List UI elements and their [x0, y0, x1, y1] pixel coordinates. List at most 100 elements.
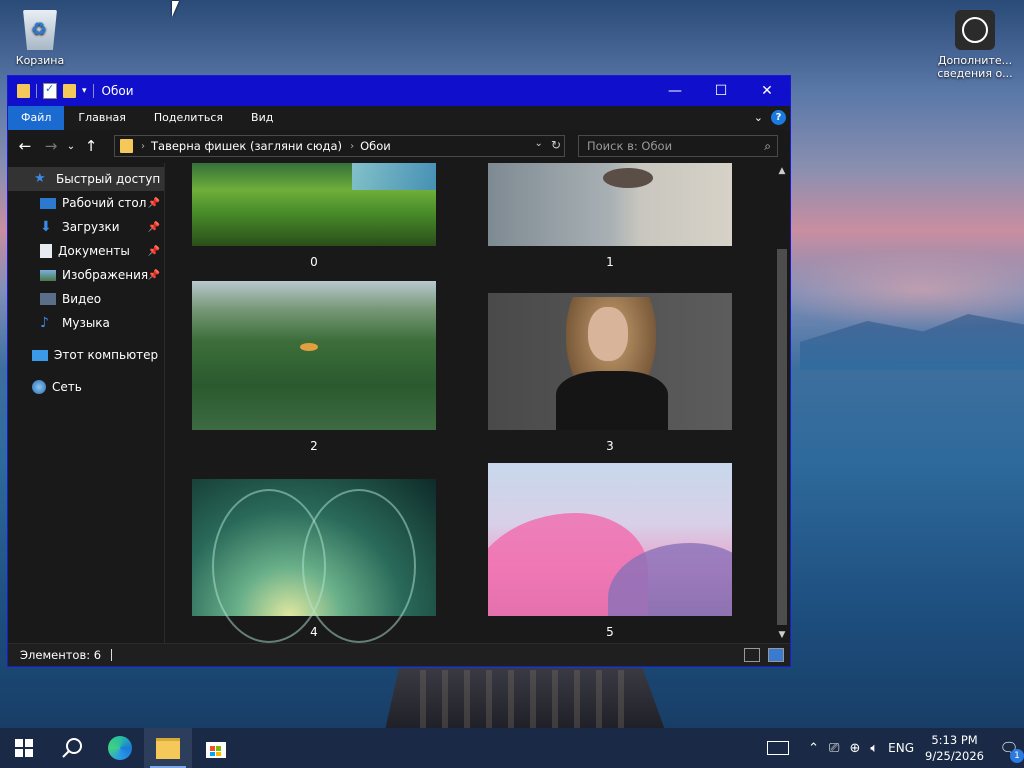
pin-icon[interactable]: 📌 — [148, 222, 160, 233]
sidebar-item-desktop[interactable]: Рабочий стол 📌 — [8, 191, 164, 215]
file-explorer-taskbar-button[interactable] — [144, 728, 192, 768]
pictures-icon — [40, 269, 56, 281]
close-button[interactable]: ✕ — [744, 76, 790, 106]
tab-file[interactable]: Файл — [8, 106, 65, 130]
microsoft-store-button[interactable] — [192, 728, 240, 768]
file-item[interactable] — [192, 479, 436, 643]
navigation-pane: ★ Быстрый доступ Рабочий стол 📌 ⬇ Загруз… — [8, 163, 165, 643]
breadcrumb-current[interactable]: Обои — [360, 139, 391, 153]
file-name-label: 2 — [310, 439, 318, 453]
refresh-icon[interactable]: ↻ — [551, 138, 561, 152]
scrollbar-thumb[interactable] — [777, 249, 787, 625]
sidebar-item-pictures[interactable]: Изображения 📌 — [8, 263, 164, 287]
clock[interactable]: 5:13 PM 9/25/2026 — [925, 732, 984, 764]
action-center-button[interactable]: 🗨︎ 1 — [994, 739, 1024, 763]
search-icon[interactable]: ⌕ — [764, 139, 771, 154]
input-language[interactable]: ENG — [888, 741, 914, 755]
start-button[interactable] — [0, 728, 48, 768]
recycle-bin-desktop-icon[interactable]: Корзина — [0, 8, 80, 67]
back-arrow-icon[interactable]: ← — [12, 137, 38, 155]
meet-now-icon[interactable]: ⎚ — [829, 741, 839, 756]
maximize-button[interactable]: ☐ — [698, 76, 744, 106]
customize-toolbar-chevron-icon[interactable]: ▾ — [82, 86, 87, 96]
tab-share[interactable]: Поделиться — [140, 106, 237, 130]
address-history-chevron-icon[interactable]: ⌄ — [535, 138, 543, 152]
taskbar: ⌃ ⎚ ⊕ 🔈︎ ENG 5:13 PM 9/25/2026 🗨︎ 1 — [0, 728, 1024, 768]
tab-view[interactable]: Вид — [237, 106, 287, 130]
sidebar-item-label: Музыка — [62, 316, 110, 330]
status-divider — [111, 649, 113, 661]
breadcrumb-parent[interactable]: Таверна фишек (загляни сюда) — [151, 139, 342, 153]
show-hidden-icons-chevron-icon[interactable]: ⌃ — [808, 741, 819, 756]
minimize-button[interactable]: — — [652, 76, 698, 106]
sidebar-item-label: Сеть — [52, 380, 82, 394]
scroll-down-arrow-icon[interactable]: ▼ — [774, 627, 790, 643]
sidebar-item-label: Изображения — [62, 268, 149, 282]
file-thumbnail — [192, 281, 436, 430]
up-arrow-icon[interactable]: ↑ — [78, 137, 104, 155]
additional-info-desktop-icon[interactable]: Дополните... сведения о... — [935, 10, 1015, 80]
file-list-view: 0 1 2 3 4 5 ▲ ▼ — [165, 163, 790, 643]
windows-logo-decoration — [352, 163, 436, 190]
title-bar[interactable]: ▾ Обои — ☐ ✕ — [8, 76, 790, 106]
forward-arrow-icon[interactable]: → — [38, 137, 64, 155]
details-view-icon[interactable] — [744, 648, 760, 662]
news-widget-icon[interactable] — [767, 741, 790, 755]
network-icon — [32, 380, 46, 394]
breadcrumb-separator-icon[interactable]: › — [350, 141, 354, 152]
expand-ribbon-chevron-icon[interactable]: ⌄ — [754, 111, 763, 124]
sidebar-item-videos[interactable]: Видео — [8, 287, 164, 311]
sidebar-item-label: Рабочий стол — [62, 196, 147, 210]
notification-count-badge: 1 — [1010, 749, 1024, 763]
pin-icon[interactable]: 📌 — [148, 246, 160, 257]
download-icon: ⬇ — [40, 219, 52, 235]
file-item[interactable] — [192, 281, 436, 430]
explorer-body: ★ Быстрый доступ Рабочий стол 📌 ⬇ Загруз… — [8, 163, 790, 643]
sidebar-item-downloads[interactable]: ⬇ Загрузки 📌 — [8, 215, 164, 239]
new-folder-icon[interactable] — [63, 84, 76, 98]
file-item[interactable] — [488, 163, 732, 246]
sidebar-item-label: Загрузки — [62, 220, 120, 234]
scroll-up-arrow-icon[interactable]: ▲ — [774, 163, 790, 179]
file-name-label: 0 — [310, 255, 318, 269]
sidebar-item-network[interactable]: Сеть — [8, 375, 164, 399]
file-thumbnail — [192, 163, 436, 246]
search-button[interactable] — [48, 728, 96, 768]
file-item[interactable] — [488, 463, 732, 616]
tab-home[interactable]: Главная — [64, 106, 140, 130]
file-name-label: 1 — [606, 255, 614, 269]
star-icon: ★ — [34, 171, 46, 186]
sidebar-item-music[interactable]: ♪ Музыка — [8, 311, 164, 335]
edge-browser-button[interactable] — [96, 728, 144, 768]
system-tray: ⌃ ⎚ ⊕ 🔈︎ ENG 5:13 PM 9/25/2026 🗨︎ 1 — [762, 728, 1024, 768]
recycle-bin-label: Корзина — [15, 54, 65, 67]
search-box[interactable]: Поиск в: Обои ⌕ — [578, 135, 778, 157]
bird-decoration — [603, 168, 653, 188]
sidebar-item-quick-access[interactable]: ★ Быстрый доступ — [8, 167, 164, 191]
file-item[interactable] — [192, 163, 436, 246]
volume-icon[interactable]: 🔈︎ — [870, 741, 878, 756]
desktop-icon — [40, 197, 56, 209]
petal-decoration — [302, 489, 416, 643]
network-globe-icon[interactable]: ⊕ — [849, 741, 860, 756]
desktop-wallpaper-pier-planks — [420, 670, 640, 728]
file-explorer-window: ▾ Обои — ☐ ✕ Файл Главная Поделиться Вид… — [7, 75, 791, 667]
sidebar-item-label: Быстрый доступ — [56, 172, 161, 186]
recent-locations-chevron-icon[interactable]: ⌄ — [64, 141, 78, 152]
breadcrumb-separator-icon[interactable]: › — [141, 141, 145, 152]
pin-icon[interactable]: 📌 — [148, 198, 160, 209]
window-title: Обои — [101, 84, 134, 98]
toolbar-divider — [92, 84, 94, 98]
additional-info-label-line1: Дополните... — [937, 54, 1013, 67]
help-icon[interactable]: ? — [771, 110, 786, 125]
large-icons-view-icon[interactable] — [768, 648, 784, 662]
pin-icon[interactable]: 📌 — [148, 270, 160, 281]
address-bar[interactable]: › Таверна фишек (загляни сюда) › Обои ⌄ … — [114, 135, 565, 157]
sidebar-item-this-pc[interactable]: Этот компьютер — [8, 343, 164, 367]
folder-icon — [120, 139, 133, 153]
vertical-scrollbar[interactable]: ▲ ▼ — [774, 163, 790, 643]
file-item[interactable] — [488, 293, 732, 430]
properties-icon[interactable] — [43, 82, 57, 99]
clock-date: 9/25/2026 — [925, 749, 984, 763]
sidebar-item-documents[interactable]: Документы 📌 — [8, 239, 164, 263]
